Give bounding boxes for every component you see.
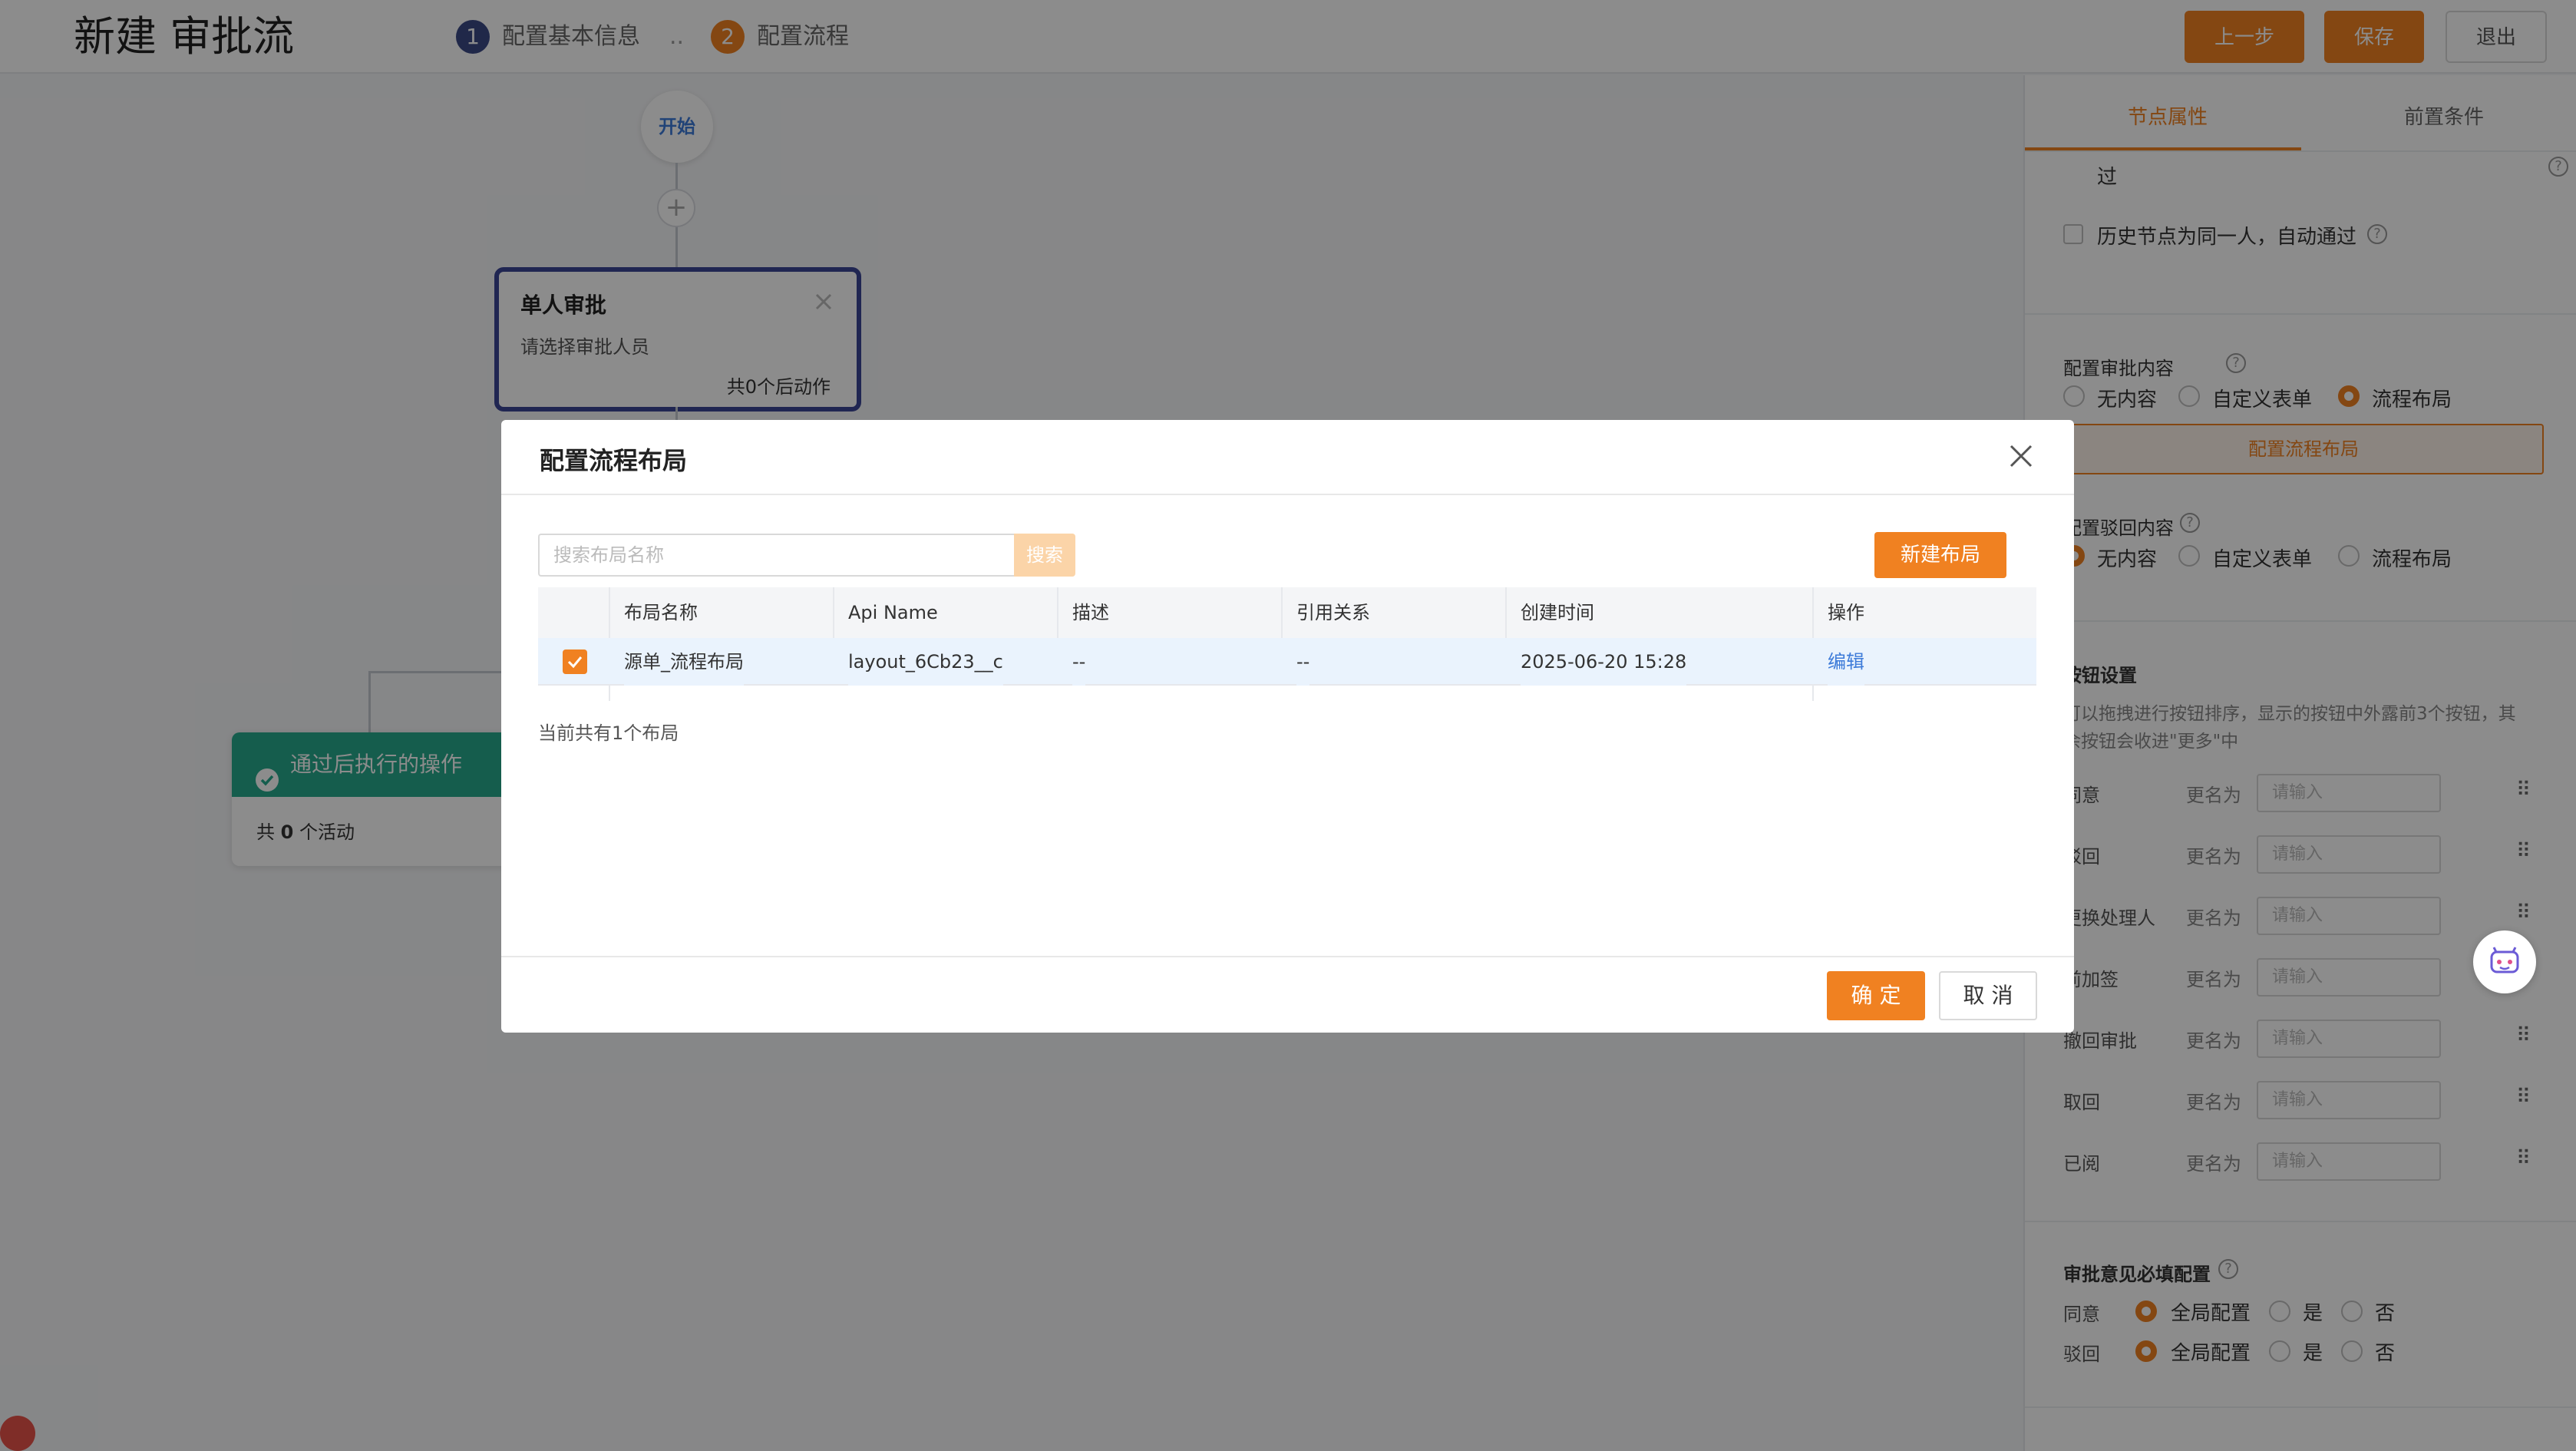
close-icon[interactable] — [2006, 441, 2036, 471]
cancel-button[interactable]: 取 消 — [1939, 971, 2037, 1020]
table-header: 布局名称 — [610, 587, 834, 638]
new-layout-button[interactable]: 新建布局 — [1874, 532, 2006, 578]
robot-assistant-icon[interactable] — [2473, 930, 2536, 993]
column-divider — [1812, 686, 1814, 701]
confirm-button[interactable]: 确 定 — [1827, 971, 1925, 1020]
table-header: 创建时间 — [1507, 587, 1814, 638]
dialog-header-divider — [501, 494, 2074, 495]
search-input[interactable]: 搜索布局名称 — [538, 534, 1014, 577]
table-row[interactable]: 源单_流程布局 layout_6Cb23__c -- -- 2025-06-20… — [538, 638, 2036, 686]
column-divider — [609, 686, 610, 701]
edit-link[interactable]: 编辑 — [1828, 638, 1864, 686]
table-header-select — [538, 587, 610, 638]
table-header: 操作 — [1814, 587, 2036, 638]
search-button[interactable]: 搜索 — [1014, 534, 1075, 577]
table-header: Api Name — [834, 587, 1058, 638]
dialog-footer-divider — [501, 956, 2074, 957]
cell-description: -- — [1072, 638, 1086, 686]
table-header: 描述 — [1058, 587, 1283, 638]
table-header: 引用关系 — [1283, 587, 1507, 638]
cell-reference: -- — [1296, 638, 1310, 686]
dialog-title: 配置流程布局 — [540, 446, 688, 475]
cell-layout-name: 源单_流程布局 — [624, 638, 744, 686]
cell-api-name: layout_6Cb23__c — [848, 638, 1003, 686]
check-icon[interactable] — [563, 649, 587, 674]
cell-created-time: 2025-06-20 15:28 — [1521, 638, 1687, 686]
configure-layout-dialog: 配置流程布局 搜索布局名称 搜索 新建布局 布局名称 Api Name 描述 引… — [501, 420, 2074, 1033]
layout-count: 当前共有1个布局 — [538, 722, 679, 744]
